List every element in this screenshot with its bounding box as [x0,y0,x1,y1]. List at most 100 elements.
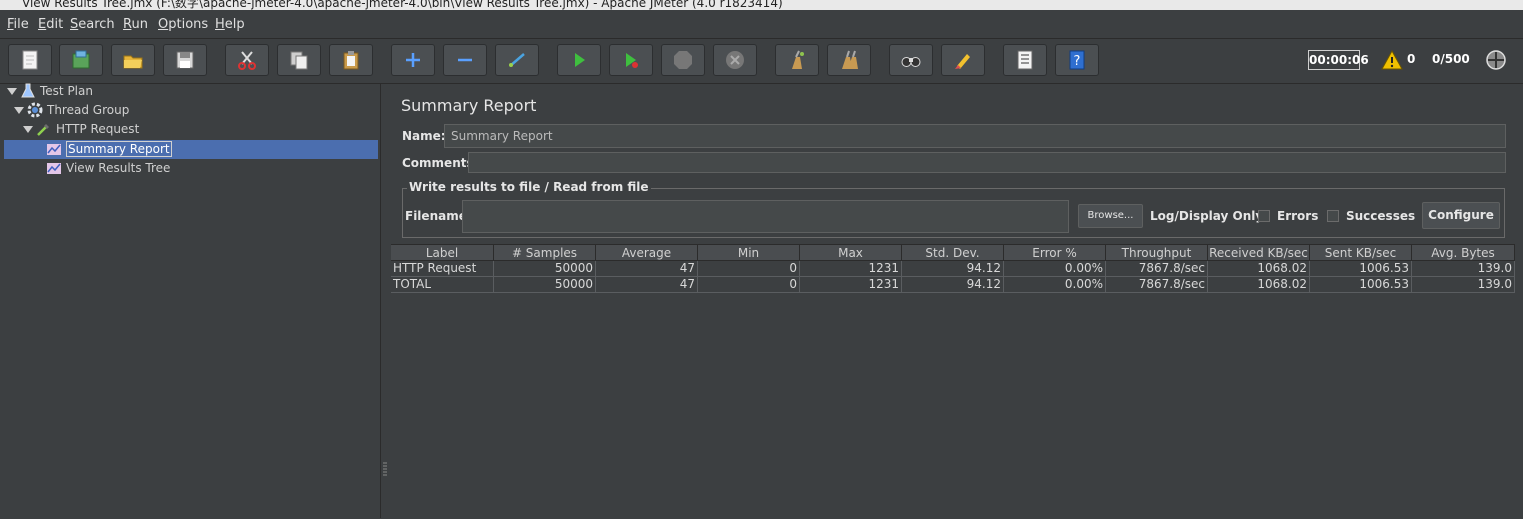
svg-text:?: ? [1074,54,1081,69]
table-header: Label # Samples Average Min Max Std. Dev… [391,245,1515,261]
table-row[interactable]: HTTP Request 50000 47 0 1231 94.12 0.00%… [391,261,1515,277]
column-header-sent[interactable]: Sent KB/sec [1310,245,1412,261]
new-button[interactable] [8,44,52,76]
table-row[interactable]: TOTAL 50000 47 0 1231 94.12 0.00% 7867.8… [391,277,1515,293]
stop-icon [674,51,692,69]
filename-label: Filename [405,209,467,223]
column-header-max[interactable]: Max [800,245,902,261]
successes-checkbox[interactable] [1327,210,1339,222]
function-helper-button[interactable] [1003,44,1047,76]
panel-title: Summary Report [401,96,537,115]
column-header-min[interactable]: Min [698,245,800,261]
chevron-down-icon[interactable] [22,123,34,135]
column-header-received[interactable]: Received KB/sec [1208,245,1310,261]
tree-item-thread-group[interactable]: Thread Group [13,101,129,119]
table-cell: 7867.8/sec [1106,261,1208,277]
pipette-icon [37,124,49,136]
save-button[interactable] [163,44,207,76]
table-cell: 1231 [800,277,902,293]
table-cell: 1006.53 [1310,261,1412,277]
table-cell: 139.0 [1412,277,1515,293]
search-button[interactable] [889,44,933,76]
menu-search[interactable]: Search [70,17,115,32]
chevron-down-icon[interactable] [6,85,18,97]
start-icon [575,53,585,67]
clear-all-icon [842,50,858,69]
reset-search-icon [955,54,970,69]
search-icon [901,57,921,67]
save-icon [176,51,194,69]
expand-all-button[interactable] [391,44,435,76]
paste-button[interactable] [329,44,373,76]
window-title: View Results Tree.jmx (F:\数字\apache-jmet… [22,0,783,10]
table-cell: 0.00% [1004,277,1106,293]
toggle-button[interactable] [495,44,539,76]
configure-button[interactable]: Configure [1422,202,1500,229]
log-display-label: Log/Display Only: [1150,209,1268,223]
tree-item-summary-report[interactable]: Summary Report [44,140,172,158]
templates-button[interactable] [59,44,103,76]
tree-item-view-results-tree[interactable]: View Results Tree [44,159,170,177]
table-cell: 94.12 [902,261,1004,277]
split-pane-divider[interactable] [381,84,390,518]
tree-item-label: View Results Tree [66,161,171,175]
errors-checkbox[interactable] [1258,210,1270,222]
comments-label: Comments: [402,156,479,170]
open-button[interactable] [111,44,155,76]
window-titlebar: View Results Tree.jmx (F:\数字\apache-jmet… [0,0,1523,10]
table-cell: 0 [698,261,800,277]
expand-icon [406,53,420,67]
paste-icon [343,51,359,70]
help-button[interactable]: ? [1055,44,1099,76]
menu-help[interactable]: Help [215,17,245,32]
column-header-error-pct[interactable]: Error % [1004,245,1106,261]
new-icon [22,50,38,70]
collapse-all-button[interactable] [443,44,487,76]
column-header-label[interactable]: Label [391,245,494,261]
tree-item-test-plan[interactable]: Test Plan [6,82,93,100]
menu-run[interactable]: Run [123,17,148,32]
active-threads: 0/500 [1432,52,1470,66]
column-header-samples[interactable]: # Samples [494,245,596,261]
start-button[interactable] [557,44,601,76]
table-cell: 47 [596,277,698,293]
column-header-std-dev[interactable]: Std. Dev. [902,245,1004,261]
menu-options[interactable]: Options [158,17,208,32]
listener-icon [47,163,61,174]
help-icon: ? [1069,50,1085,70]
menu-file[interactable]: File [7,17,29,32]
open-icon [123,55,143,69]
name-input[interactable] [444,124,1506,148]
file-settings-legend: Write results to file / Read from file [407,180,651,194]
copy-button[interactable] [277,44,321,76]
toolbar: ? [0,39,1523,84]
column-header-average[interactable]: Average [596,245,698,261]
grip-icon[interactable] [383,462,387,476]
start-no-pauses-button[interactable] [609,44,653,76]
column-header-avg-bytes[interactable]: Avg. Bytes [1412,245,1515,261]
function-helper-icon [1017,50,1033,70]
summary-report-panel: Summary Report Name: Comments: Write res… [391,84,1523,519]
copy-icon [290,51,308,70]
browse-button[interactable]: Browse... [1078,204,1143,228]
successes-label: Successes [1346,209,1416,223]
shutdown-button[interactable] [713,44,757,76]
stop-button[interactable] [661,44,705,76]
remote-status-icon[interactable] [1485,49,1507,71]
toggle-icon [509,53,525,67]
reset-search-button[interactable] [941,44,985,76]
menu-edit[interactable]: Edit [38,17,63,32]
chevron-down-icon[interactable] [13,104,25,116]
tree-item-label: HTTP Request [56,122,140,136]
tree-item-http-request[interactable]: HTTP Request [22,120,139,138]
clear-button[interactable] [775,44,819,76]
table-cell: 1068.02 [1208,261,1310,277]
filename-input[interactable] [462,200,1069,233]
gear-icon [27,102,43,118]
table-cell: 50000 [494,261,596,277]
comments-input[interactable] [468,152,1506,173]
cut-button[interactable] [225,44,269,76]
warning-icon[interactable] [1381,50,1403,70]
clear-all-button[interactable] [827,44,871,76]
column-header-throughput[interactable]: Throughput [1106,245,1208,261]
